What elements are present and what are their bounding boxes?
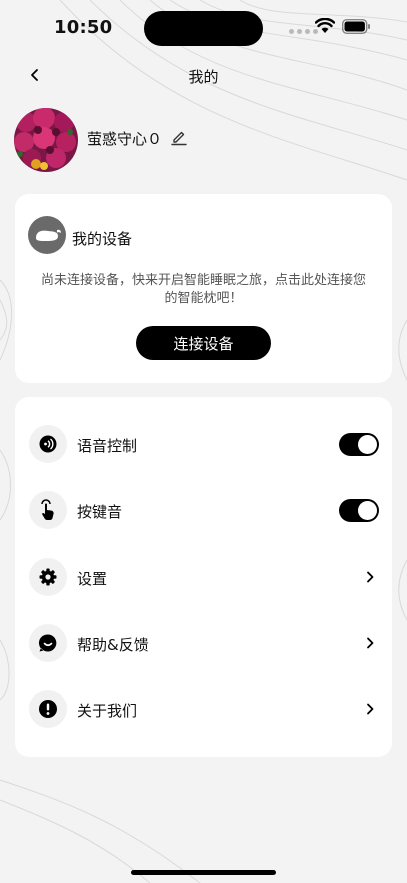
settings-menu: 语音控制 按键音 设置 帮助&反馈 关于我们: [15, 397, 392, 757]
page-title: 我的: [188, 68, 219, 86]
edit-icon[interactable]: [169, 127, 189, 147]
chevron-right-icon: [367, 703, 374, 715]
tap-icon: [29, 491, 67, 529]
voice-control-toggle[interactable]: [339, 433, 379, 456]
menu-label: 设置: [77, 570, 108, 588]
device-description: 尚未连接设备，快来开启智能睡眠之旅，点击此处连接您的智能枕吧！: [40, 273, 366, 306]
menu-item-about-us[interactable]: 关于我们: [15, 681, 392, 737]
menu-item-voice-control[interactable]: 语音控制: [15, 416, 392, 472]
device-card[interactable]: 我的设备 尚未连接设备，快来开启智能睡眠之旅，点击此处连接您的智能枕吧！ 连接设…: [15, 194, 392, 383]
cellular-signal-icon: [289, 29, 318, 34]
menu-label: 帮助&反馈: [77, 636, 149, 654]
chevron-right-icon: [367, 637, 374, 649]
info-icon: [29, 690, 67, 728]
menu-label: 语音控制: [77, 437, 138, 455]
flower-photo-icon: [14, 108, 78, 172]
battery-icon: [342, 19, 370, 34]
key-sound-toggle[interactable]: [339, 499, 379, 522]
username: 萤惑守心０: [87, 130, 163, 148]
menu-label: 关于我们: [77, 702, 138, 720]
connect-device-button[interactable]: 连接设备: [136, 326, 271, 360]
wifi-icon: [315, 18, 335, 33]
gear-icon: [29, 558, 67, 596]
menu-item-help-feedback[interactable]: 帮助&反馈: [15, 615, 392, 671]
device-title: 我的设备: [72, 230, 133, 248]
menu-item-settings[interactable]: 设置: [15, 549, 392, 605]
pillow-icon: [28, 216, 66, 254]
status-time: 10:50: [54, 17, 113, 38]
chevron-right-icon: [367, 571, 374, 583]
avatar[interactable]: [14, 108, 78, 172]
dynamic-island: [144, 11, 263, 46]
smile-chat-icon: [29, 624, 67, 662]
voice-icon: [29, 425, 67, 463]
menu-item-key-sound[interactable]: 按键音: [15, 482, 392, 538]
menu-label: 按键音: [77, 503, 123, 521]
home-indicator[interactable]: [131, 870, 276, 875]
